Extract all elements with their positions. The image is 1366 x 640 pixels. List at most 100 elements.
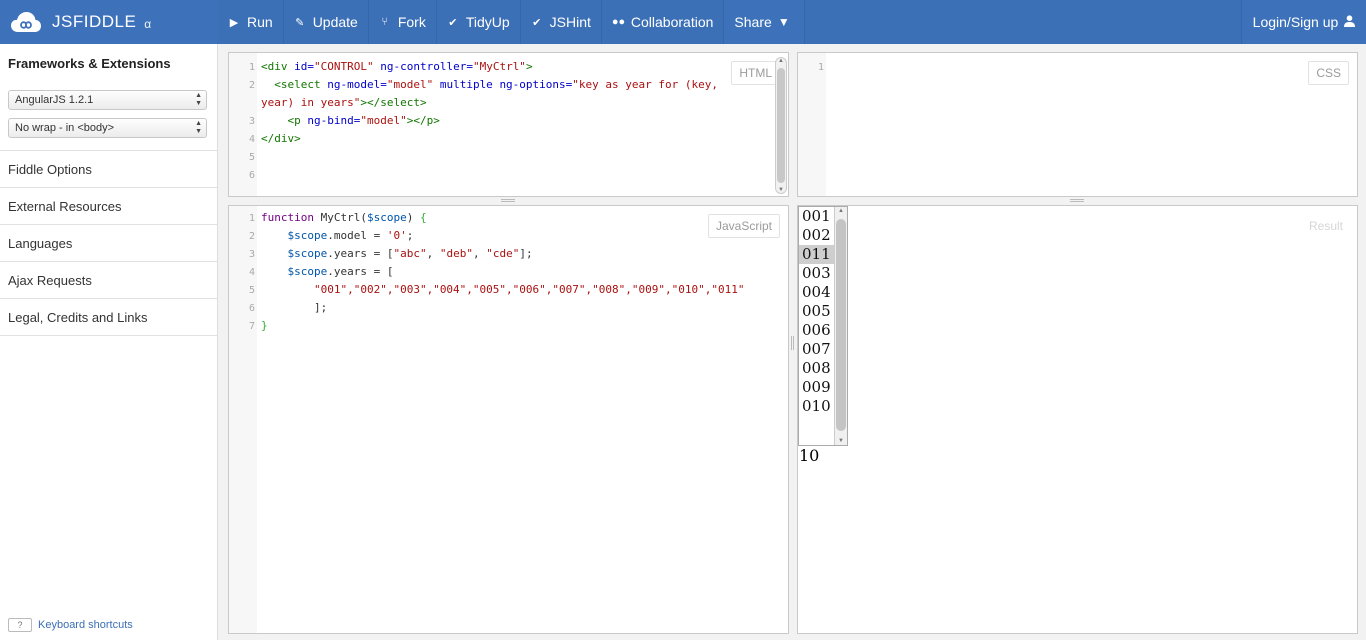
line-number: 3 <box>248 116 255 127</box>
js-panel-label: JavaScript <box>707 214 780 238</box>
code-token: ng-options= <box>499 78 573 91</box>
html-scrollbar[interactable]: ▲ ▼ <box>775 57 787 194</box>
jshint-button[interactable]: ✔ JSHint <box>521 0 602 44</box>
html-panel[interactable]: 1 2 3 4 5 6 <div id="CONTROL" ng-control… <box>228 52 789 197</box>
line-number: 7 <box>248 321 255 332</box>
login-button[interactable]: Login/Sign up <box>1241 0 1366 44</box>
scroll-down-icon[interactable]: ▼ <box>835 438 847 444</box>
code-token: "MyCtrl" <box>472 60 526 73</box>
keyboard-shortcuts-label: Keyboard shortcuts <box>38 619 133 631</box>
code-token: ]; <box>519 247 533 260</box>
keyboard-shortcuts-link[interactable]: ? Keyboard shortcuts <box>8 618 133 632</box>
line-number: 6 <box>248 170 255 181</box>
code-token: ; <box>406 229 414 242</box>
scroll-down-icon[interactable]: ▼ <box>776 187 786 193</box>
code-token: </div> <box>261 132 301 145</box>
css-panel[interactable]: 1 CSS <box>797 52 1358 197</box>
run-button[interactable]: ▶ Run <box>218 0 284 44</box>
sidebar-item-fiddle-options[interactable]: Fiddle Options <box>0 151 217 188</box>
select-arrows-icon: ▲ ▼ <box>195 92 202 107</box>
code-token: "CONTROL" <box>314 60 374 73</box>
code-token: "001","002","003","004","005","006","007… <box>313 283 745 296</box>
pencil-icon: ✎ <box>295 16 305 29</box>
update-button[interactable]: ✎ Update <box>284 0 369 44</box>
user-icon <box>1344 14 1356 30</box>
line-number: 3 <box>248 249 255 260</box>
code-token: $scope <box>287 229 328 242</box>
resize-handle[interactable] <box>501 199 515 202</box>
line-number: 2 <box>248 231 255 242</box>
line-number: 4 <box>248 267 255 278</box>
line-gutter: 1 2 3 4 5 6 7 <box>229 206 257 633</box>
scroll-thumb[interactable] <box>836 219 846 431</box>
code-token: <div <box>261 60 288 73</box>
select-arrows-icon: ▲ ▼ <box>195 120 202 135</box>
fork-button[interactable]: ⑂ Fork <box>369 0 437 44</box>
fork-icon: ⑂ <box>381 16 389 28</box>
jshint-label: JSHint <box>549 14 591 30</box>
sidebar-item-languages[interactable]: Languages <box>0 225 217 262</box>
framework-select[interactable]: AngularJS 1.2.1 ▲ ▼ <box>8 90 207 110</box>
code-token: ng-model= <box>327 78 387 91</box>
keyboard-icon: ? <box>8 618 32 632</box>
fork-label: Fork <box>397 14 426 30</box>
line-number: 5 <box>248 152 255 163</box>
scroll-thumb[interactable] <box>777 68 785 183</box>
sidebar-item-legal[interactable]: Legal, Credits and Links <box>0 299 217 336</box>
scroll-up-icon[interactable]: ▲ <box>835 208 847 214</box>
result-panel: 001 002 011 003 004 005 006 007 008 009 … <box>797 205 1358 634</box>
code-token: "key as year for (key, <box>572 78 718 91</box>
framework-select-value: AngularJS 1.2.1 <box>15 94 94 106</box>
top-toolbar: JSFIDDLE α ▶ Run ✎ Update ⑂ Fork ✔ TidyUp ✔ J… <box>0 0 1366 44</box>
html-panel-label: HTML <box>731 61 780 85</box>
code-token: > <box>525 60 533 73</box>
resize-handle[interactable] <box>1070 199 1084 202</box>
wrap-select-value: No wrap - in <body> <box>15 122 115 134</box>
code-token: .model = <box>327 229 387 242</box>
collaboration-label: Collaboration <box>630 14 714 30</box>
line-number: 2 <box>248 80 255 91</box>
code-token: ) <box>406 211 420 224</box>
code-token: "cde" <box>486 247 520 260</box>
frameworks-title: Frameworks & Extensions <box>8 56 171 71</box>
line-number: 4 <box>248 134 255 145</box>
sidebar-item-external-resources[interactable]: External Resources <box>0 188 217 225</box>
code-token: <p <box>287 114 301 127</box>
code-token: ng-controller= <box>380 60 473 73</box>
listbox-scrollbar[interactable]: ▲ ▼ <box>834 207 847 445</box>
code-token: "model" <box>386 78 434 91</box>
js-panel[interactable]: 1 2 3 4 5 6 7 function MyCtrl($scope) { … <box>228 205 789 634</box>
code-token: "deb" <box>439 247 473 260</box>
collaboration-button[interactable]: ●● Collaboration <box>602 0 725 44</box>
tidyup-button[interactable]: ✔ TidyUp <box>437 0 521 44</box>
multi-select-listbox[interactable]: 001 002 011 003 004 005 006 007 008 009 … <box>798 206 848 446</box>
code-token: $scope <box>287 247 328 260</box>
code-token: ]; <box>313 301 328 314</box>
brush-icon: ✔ <box>448 16 458 29</box>
code-token: year) in years" <box>261 96 361 109</box>
code-token: $scope <box>287 265 328 278</box>
js-code[interactable]: function MyCtrl($scope) { $scope.model =… <box>261 209 744 335</box>
code-token: ></select> <box>360 96 427 109</box>
login-label: Login/Sign up <box>1252 14 1339 30</box>
bound-output: 10 <box>799 446 820 465</box>
cloud-icon <box>10 11 42 33</box>
code-token: id= <box>294 60 314 73</box>
result-panel-label: Result <box>1300 214 1351 238</box>
scroll-up-icon[interactable]: ▲ <box>776 58 786 64</box>
code-token: } <box>261 319 268 332</box>
line-gutter: 1 2 3 4 5 6 <box>229 53 257 196</box>
line-number: 1 <box>248 62 255 73</box>
resize-handle[interactable] <box>791 336 794 350</box>
tidyup-label: TidyUp <box>465 14 510 30</box>
logo[interactable]: JSFIDDLE α <box>0 0 218 44</box>
line-number: 5 <box>248 285 255 296</box>
wrap-select[interactable]: No wrap - in <body> ▲ ▼ <box>8 118 207 138</box>
app-stage: α <box>144 17 152 31</box>
code-token: "abc" <box>393 247 427 260</box>
share-button[interactable]: Share ▼ <box>724 0 805 44</box>
sidebar-item-ajax-requests[interactable]: Ajax Requests <box>0 262 217 299</box>
code-token: "model" <box>360 114 407 127</box>
html-code[interactable]: <div id="CONTROL" ng-controller="MyCtrl"… <box>261 58 718 148</box>
code-token: '0' <box>386 229 407 242</box>
